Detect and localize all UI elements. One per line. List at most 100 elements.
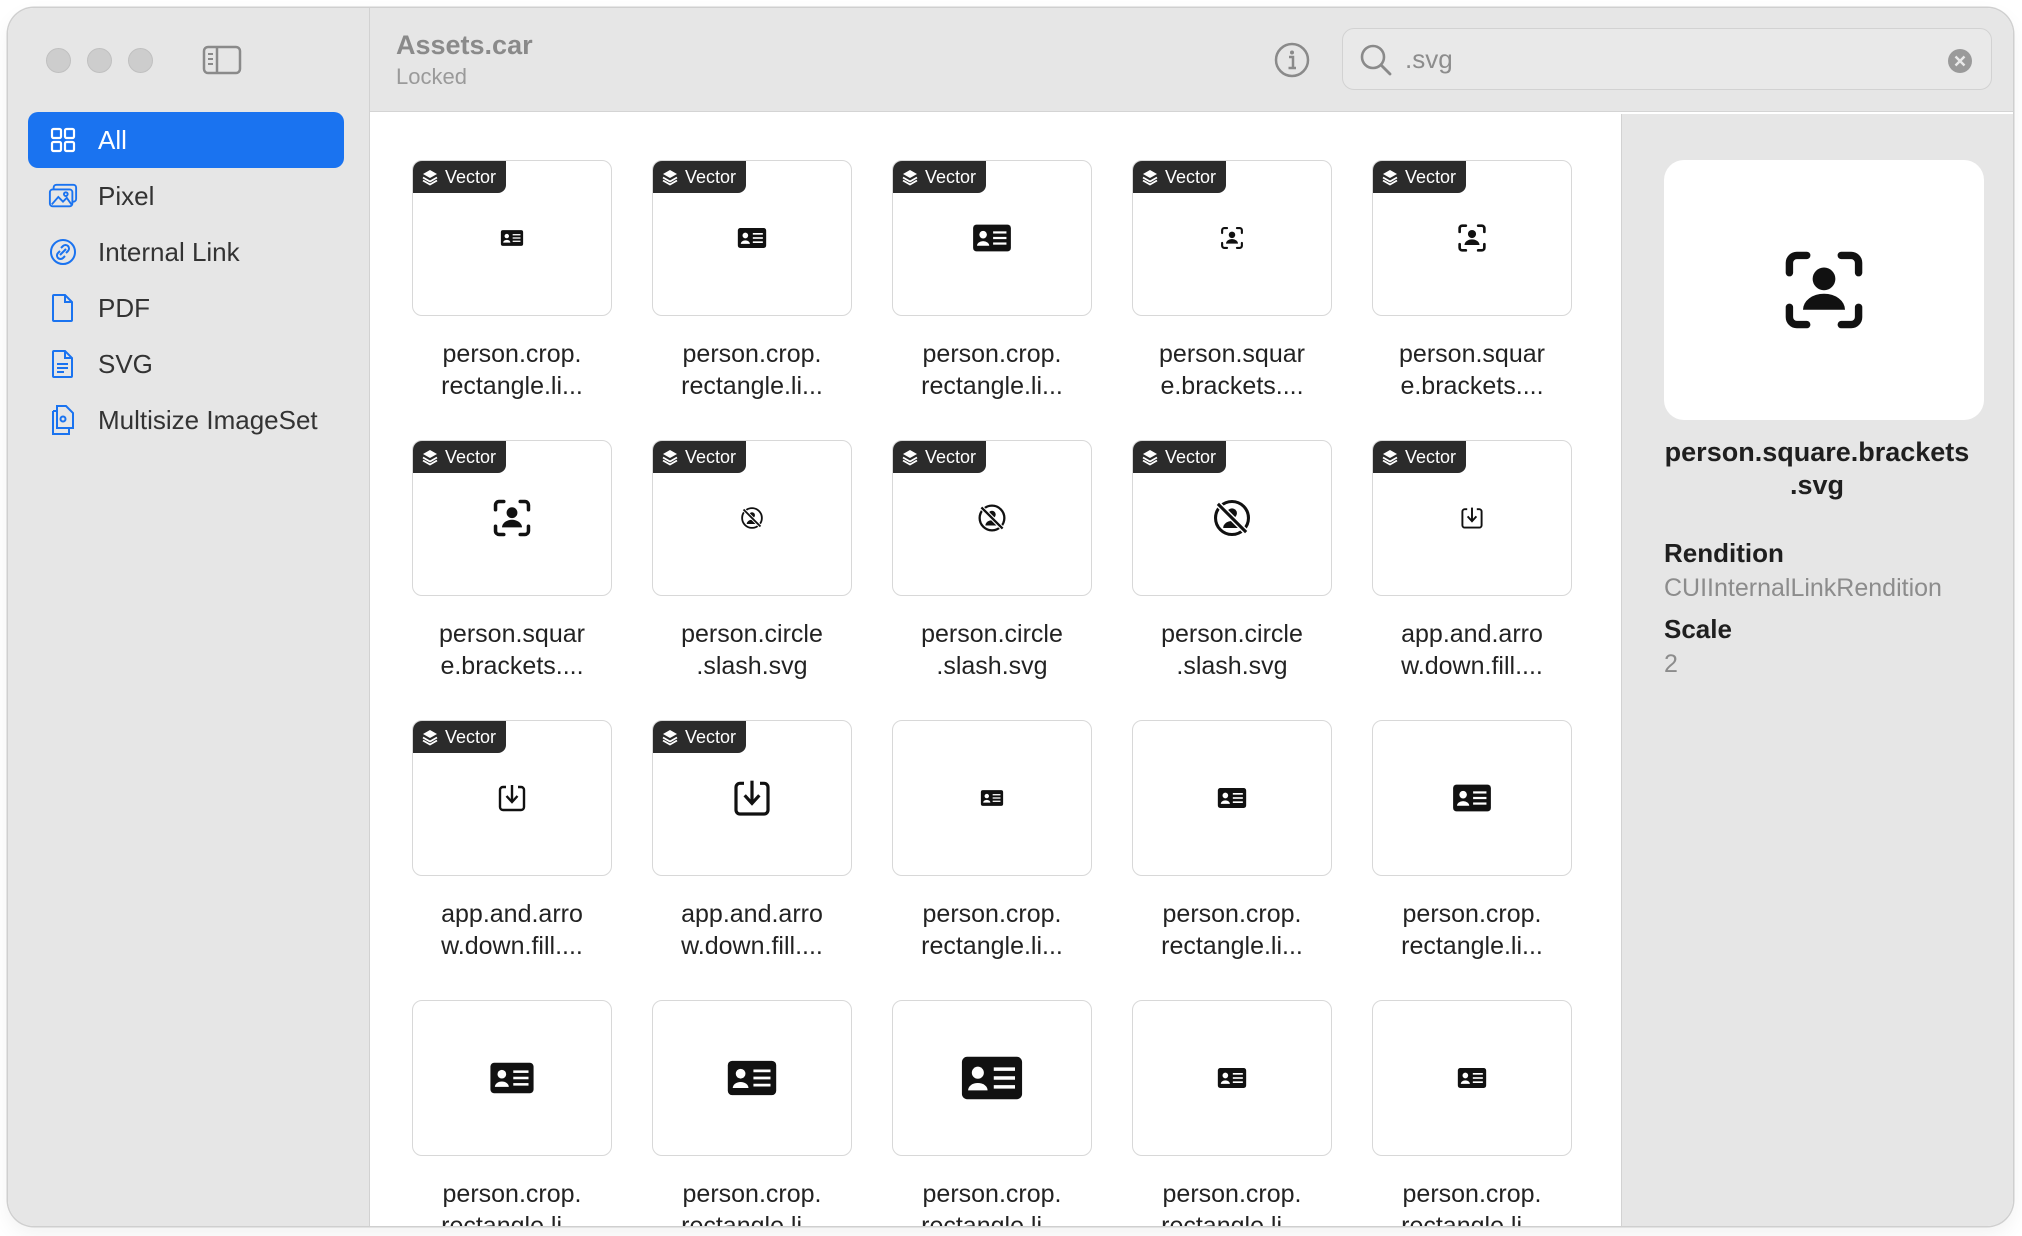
app-window: All Pixel Internal Link PDF SVG Multisiz… bbox=[8, 8, 2013, 1226]
asset-tile[interactable]: Vector person.crop. rectangle.li... bbox=[652, 160, 852, 402]
rendition-label: Rendition bbox=[1664, 538, 1784, 568]
search-field[interactable] bbox=[1342, 28, 1992, 90]
asset-tile[interactable]: Vector app.and.arro w.down.fill.... bbox=[1372, 440, 1572, 682]
asset-label: app.and.arro w.down.fill.... bbox=[681, 900, 823, 960]
asset-label: person.squar e.brackets.... bbox=[1159, 340, 1305, 400]
person-card-icon bbox=[1217, 1067, 1247, 1089]
sidebar-toggle-icon[interactable] bbox=[202, 44, 242, 76]
scale-value: 2 bbox=[1664, 650, 1678, 678]
vector-badge: Vector bbox=[653, 441, 747, 473]
asset-thumbnail[interactable]: Vector bbox=[652, 160, 852, 316]
sidebar-item-label: PDF bbox=[98, 292, 150, 323]
sidebar-item-label: Internal Link bbox=[98, 236, 240, 267]
asset-tile[interactable]: Vector person.squar e.brackets.... bbox=[1132, 160, 1332, 402]
asset-label: person.crop. rectangle.li... bbox=[921, 340, 1063, 400]
asset-label: person.squar e.brackets.... bbox=[1399, 340, 1545, 400]
zoom-window-button[interactable] bbox=[128, 48, 153, 73]
asset-thumbnail[interactable]: Vector bbox=[412, 720, 612, 876]
layers-icon bbox=[901, 168, 925, 186]
search-input[interactable] bbox=[1405, 39, 1925, 79]
layers-icon bbox=[1141, 448, 1165, 466]
toolbar: Assets.car Locked bbox=[370, 8, 2013, 112]
asset-thumbnail[interactable] bbox=[1132, 1000, 1332, 1156]
asset-tile[interactable]: Vector person.circle .slash.svg bbox=[892, 440, 1092, 682]
asset-tile[interactable]: person.crop. rectangle.li... bbox=[412, 1000, 612, 1226]
asset-tile[interactable]: person.crop. rectangle.li... bbox=[892, 720, 1092, 962]
minimize-window-button[interactable] bbox=[87, 48, 112, 73]
asset-label: person.crop. rectangle.li... bbox=[681, 340, 823, 400]
asset-thumbnail[interactable]: Vector bbox=[412, 440, 612, 596]
asset-tile[interactable]: Vector app.and.arro w.down.fill.... bbox=[652, 720, 852, 962]
vector-badge-label: Vector bbox=[1405, 166, 1457, 187]
sidebar-item-svg[interactable]: SVG bbox=[28, 336, 344, 392]
person-card-icon bbox=[960, 1055, 1024, 1101]
layers-icon bbox=[421, 728, 445, 746]
vector-badge: Vector bbox=[1133, 441, 1227, 473]
asset-thumbnail[interactable] bbox=[652, 1000, 852, 1156]
scale-label: Scale bbox=[1664, 614, 1732, 644]
vector-badge-label: Vector bbox=[925, 446, 977, 467]
asset-thumbnail[interactable] bbox=[412, 1000, 612, 1156]
vector-badge: Vector bbox=[653, 161, 747, 193]
vector-badge: Vector bbox=[1373, 441, 1467, 473]
person-card-icon bbox=[1217, 787, 1247, 809]
asset-label: person.crop. rectangle.li... bbox=[441, 1180, 583, 1226]
asset-thumbnail[interactable]: Vector bbox=[892, 440, 1092, 596]
asset-tile[interactable]: person.crop. rectangle.li... bbox=[1132, 1000, 1332, 1226]
asset-thumbnail[interactable]: Vector bbox=[412, 160, 612, 316]
asset-tile[interactable]: Vector person.squar e.brackets.... bbox=[412, 440, 612, 682]
photos-icon bbox=[48, 181, 78, 211]
info-icon[interactable] bbox=[1272, 40, 1312, 80]
asset-thumbnail[interactable] bbox=[1372, 720, 1572, 876]
asset-tile[interactable]: Vector person.circle .slash.svg bbox=[1132, 440, 1332, 682]
asset-thumbnail[interactable]: Vector bbox=[1132, 160, 1332, 316]
asset-thumbnail[interactable] bbox=[892, 720, 1092, 876]
sidebar-item-multisize-imageset[interactable]: Multisize ImageSet bbox=[28, 392, 344, 448]
asset-tile[interactable]: person.crop. rectangle.li... bbox=[1372, 1000, 1572, 1226]
asset-preview bbox=[1664, 160, 1984, 420]
asset-thumbnail[interactable] bbox=[1372, 1000, 1572, 1156]
asset-thumbnail[interactable]: Vector bbox=[652, 720, 852, 876]
asset-tile[interactable]: Vector person.squar e.brackets.... bbox=[1372, 160, 1572, 402]
vector-badge-label: Vector bbox=[445, 726, 497, 747]
sidebar-item-pixel[interactable]: Pixel bbox=[28, 168, 344, 224]
asset-label: person.circle .slash.svg bbox=[921, 620, 1063, 680]
sidebar-item-pdf[interactable]: PDF bbox=[28, 280, 344, 336]
vector-badge: Vector bbox=[413, 721, 507, 753]
asset-tile[interactable]: person.crop. rectangle.li... bbox=[1132, 720, 1332, 962]
asset-label: person.crop. rectangle.li... bbox=[1161, 1180, 1303, 1226]
clear-search-icon[interactable] bbox=[1947, 48, 1973, 74]
window-subtitle: Locked bbox=[396, 64, 467, 89]
asset-tile[interactable]: Vector person.crop. rectangle.li... bbox=[892, 160, 1092, 402]
asset-tile[interactable]: Vector person.circle .slash.svg bbox=[652, 440, 852, 682]
person-circle-slash-icon bbox=[977, 503, 1007, 533]
person-card-icon bbox=[1452, 784, 1492, 813]
asset-tile[interactable]: Vector person.crop. rectangle.li... bbox=[412, 160, 612, 402]
asset-thumbnail[interactable]: Vector bbox=[1372, 160, 1572, 316]
asset-thumbnail[interactable]: Vector bbox=[1132, 440, 1332, 596]
asset-grid: Vector person.crop. rectangle.li... Vector… bbox=[372, 114, 1620, 1226]
sidebar-nav: All Pixel Internal Link PDF SVG Multisiz… bbox=[28, 112, 344, 448]
asset-tile[interactable]: Vector app.and.arro w.down.fill.... bbox=[412, 720, 612, 962]
asset-tile[interactable]: person.crop. rectangle.li... bbox=[892, 1000, 1092, 1226]
app-arrow-down-icon bbox=[732, 778, 772, 818]
asset-thumbnail[interactable]: Vector bbox=[1372, 440, 1572, 596]
vector-badge: Vector bbox=[893, 161, 987, 193]
close-window-button[interactable] bbox=[46, 48, 71, 73]
person-circle-slash-icon bbox=[740, 506, 764, 530]
asset-tile[interactable]: person.crop. rectangle.li... bbox=[652, 1000, 852, 1226]
asset-thumbnail[interactable] bbox=[1132, 720, 1332, 876]
asset-label: person.circle .slash.svg bbox=[1161, 620, 1303, 680]
asset-tile[interactable]: person.crop. rectangle.li... bbox=[1372, 720, 1572, 962]
document-text-icon bbox=[48, 349, 78, 379]
vector-badge-label: Vector bbox=[445, 166, 497, 187]
layers-icon bbox=[661, 728, 685, 746]
sidebar-item-internal-link[interactable]: Internal Link bbox=[28, 224, 344, 280]
asset-thumbnail[interactable] bbox=[892, 1000, 1092, 1156]
vector-badge-label: Vector bbox=[445, 446, 497, 467]
asset-thumbnail[interactable]: Vector bbox=[892, 160, 1092, 316]
layers-icon bbox=[421, 448, 445, 466]
asset-thumbnail[interactable]: Vector bbox=[652, 440, 852, 596]
sidebar-item-all[interactable]: All bbox=[28, 112, 344, 168]
person-card-icon bbox=[980, 790, 1004, 807]
